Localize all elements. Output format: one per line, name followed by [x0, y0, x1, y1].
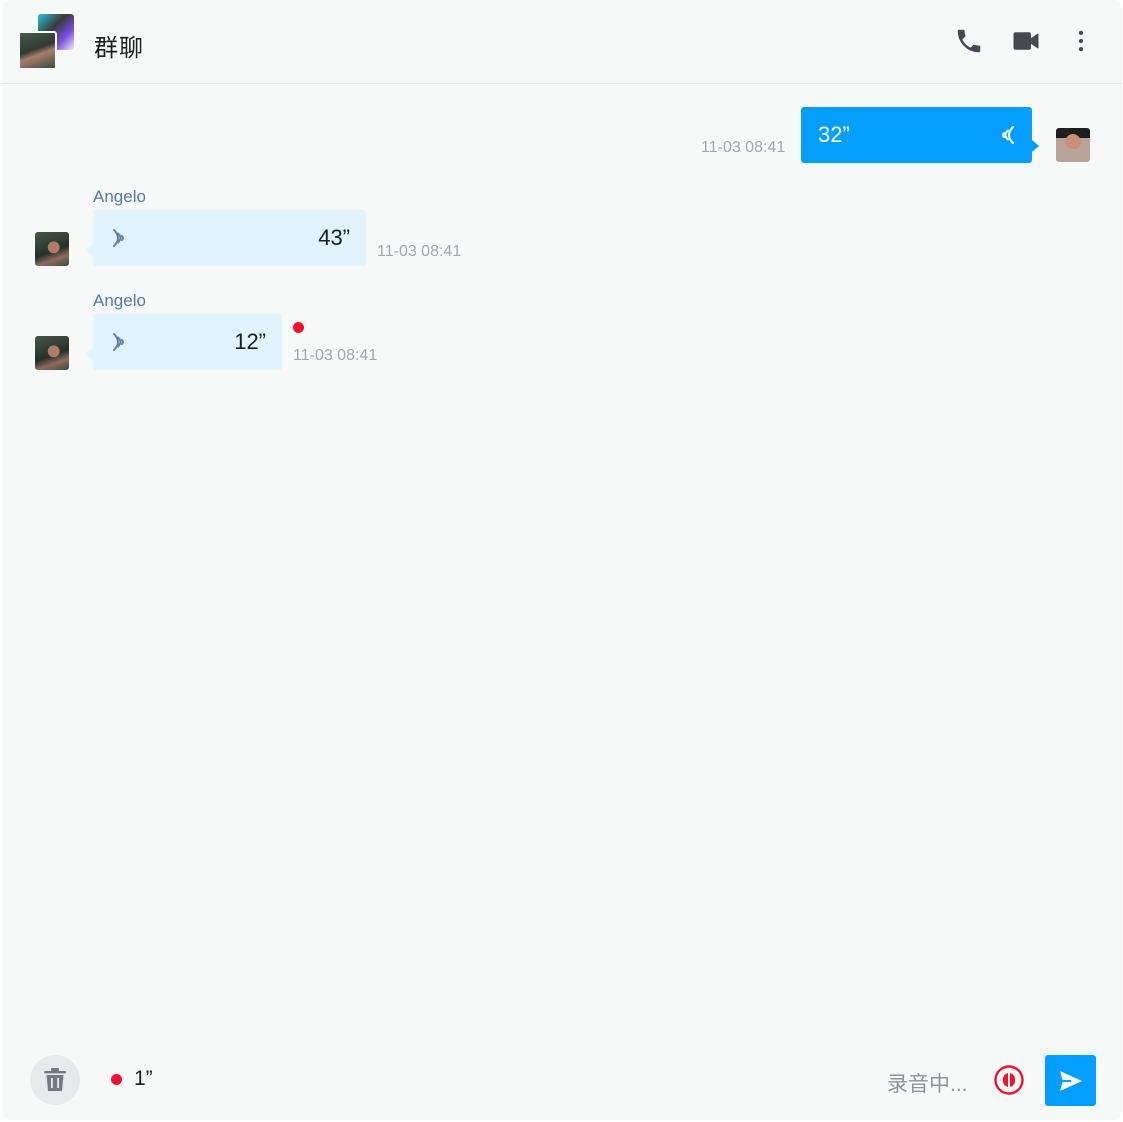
unread-indicator: [293, 322, 304, 333]
sender-avatar[interactable]: [35, 232, 69, 266]
voice-wave-icon: [113, 229, 124, 247]
recording-duration: 1”: [134, 1067, 153, 1090]
sender-name: Angelo: [93, 291, 146, 310]
sender-avatar[interactable]: [35, 336, 69, 370]
voice-wave-icon: [113, 333, 124, 351]
voice-duration: 32”: [818, 122, 850, 147]
incoming-voice-message[interactable]: 43”: [86, 210, 366, 266]
send-icon: [1060, 1071, 1082, 1091]
pause-recording-button[interactable]: [993, 1064, 1025, 1096]
recording-indicator: [111, 1074, 122, 1085]
message-timestamp: 11-03 08:41: [293, 347, 378, 364]
pause-icon: [994, 1065, 1024, 1095]
trash-icon: [44, 1068, 66, 1091]
video-call-button[interactable]: [1010, 26, 1042, 56]
outgoing-voice-message[interactable]: 32”: [801, 107, 1039, 163]
my-avatar[interactable]: [1056, 128, 1090, 162]
message-timestamp: 11-03 08:41: [377, 243, 462, 260]
voice-call-button[interactable]: [954, 26, 984, 56]
incoming-voice-message[interactable]: 12”: [86, 314, 282, 370]
chat-title: 群聊: [94, 35, 144, 62]
video-camera-icon: [1013, 32, 1039, 50]
delete-recording-button[interactable]: [30, 1055, 80, 1105]
voice-duration: 43”: [318, 225, 350, 250]
sender-name: Angelo: [93, 187, 146, 206]
chat-window: 群聊 11-03 08:41 32” Angelo 43” 11-03 08:4…: [2, 0, 1122, 1120]
group-avatar[interactable]: [18, 13, 78, 73]
phone-icon: [957, 29, 981, 53]
chat-header: 群聊: [2, 0, 1122, 84]
more-vertical-icon: [1078, 30, 1084, 52]
send-button[interactable]: [1045, 1055, 1096, 1106]
recording-status: 录音中...: [887, 1073, 968, 1096]
more-options-button[interactable]: [1068, 26, 1094, 56]
message-timestamp: 11-03 08:41: [701, 139, 786, 156]
group-avatar-member-2: [18, 31, 57, 70]
voice-wave-icon: [1002, 126, 1014, 144]
voice-duration: 12”: [234, 329, 266, 354]
